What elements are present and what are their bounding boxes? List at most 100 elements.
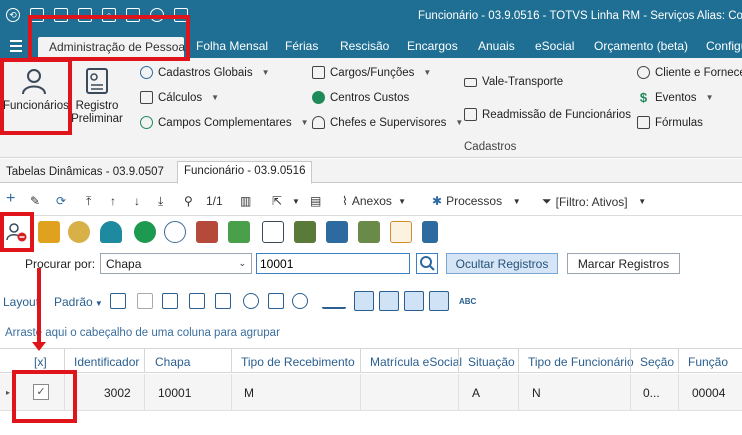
- search-icon[interactable]: ⚲: [184, 194, 193, 208]
- column-header-matricula-esocial[interactable]: Matrícula eSocial: [370, 355, 462, 369]
- tab-ferias[interactable]: Férias: [285, 39, 318, 53]
- readmissao-button[interactable]: Readmissão de Funcionários: [464, 108, 631, 121]
- view-4-icon[interactable]: [429, 291, 449, 311]
- align-top-icon[interactable]: [189, 293, 205, 309]
- refresh-icon[interactable]: ⟳: [56, 194, 66, 208]
- spellcheck-icon[interactable]: ABC: [459, 297, 476, 306]
- marcar-registros-button[interactable]: Marcar Registros: [567, 253, 680, 274]
- view-3-icon[interactable]: [404, 291, 424, 311]
- cliente-fornecedor-label: Cliente e Fornece: [655, 66, 742, 79]
- tab-anuais[interactable]: Anuais: [478, 39, 515, 53]
- search-input[interactable]: [256, 253, 410, 274]
- next-record-icon[interactable]: ↓: [134, 194, 140, 208]
- column-header-identificador[interactable]: Identificador: [74, 355, 139, 369]
- column-header-funcao[interactable]: Função: [688, 355, 728, 369]
- calculator-icon: [140, 91, 153, 104]
- layout-menu[interactable]: Layout: [3, 295, 39, 309]
- chart-icon[interactable]: [322, 293, 346, 309]
- color-icon[interactable]: [292, 293, 308, 309]
- tab-funcionario[interactable]: Funcionário - 03.9.0516: [177, 161, 313, 184]
- filter-icon: ⏷: [542, 194, 552, 208]
- registro-preliminar-button[interactable]: Registro Preliminar: [66, 66, 128, 126]
- expand-icon[interactable]: [110, 293, 126, 309]
- tab-esocial[interactable]: eSocial: [535, 39, 574, 53]
- vale-transporte-button[interactable]: Vale-Transporte: [464, 76, 563, 88]
- add-icon[interactable]: +: [6, 190, 15, 208]
- annotation-arrowhead: [32, 342, 46, 351]
- ocultar-registros-button[interactable]: Ocultar Registros: [446, 253, 558, 274]
- check-icon[interactable]: [134, 221, 156, 243]
- view-1-icon[interactable]: [354, 291, 374, 311]
- eventos-menu[interactable]: $ Eventos ▼: [637, 91, 714, 104]
- cell-chapa: 10001: [158, 386, 192, 400]
- column-header-tipo-funcionario[interactable]: Tipo de Funcionário: [528, 355, 634, 369]
- tab-rescisao[interactable]: Rescisão: [340, 39, 389, 53]
- column-header-select[interactable]: [x]: [34, 355, 47, 369]
- chefes-supervisores-menu[interactable]: Chefes e Supervisores ▼: [312, 116, 463, 129]
- processos-menu[interactable]: ✱ Processos ▼: [432, 194, 521, 208]
- tab-folha-mensal[interactable]: Folha Mensal: [196, 39, 268, 53]
- menu-icon[interactable]: [10, 40, 22, 52]
- umbrella-icon[interactable]: [100, 221, 122, 243]
- briefcase-icon: [312, 66, 325, 79]
- layout-bar: Layout Padrão ▼ ABC: [0, 290, 742, 314]
- first-record-icon[interactable]: ⤒: [86, 194, 91, 209]
- team-icon[interactable]: [294, 221, 316, 243]
- edit-icon[interactable]: ✎: [30, 194, 40, 208]
- padrao-menu[interactable]: Padrão ▼: [54, 295, 103, 309]
- coins-icon[interactable]: [68, 221, 90, 243]
- column-header-situacao[interactable]: Situação: [468, 355, 515, 369]
- formulas-button[interactable]: Fórmulas: [637, 116, 703, 129]
- people-alert-icon[interactable]: [196, 221, 218, 243]
- search-field-select[interactable]: Chapa ⌄: [100, 253, 252, 274]
- envelope-icon[interactable]: [228, 221, 250, 243]
- tab-tabelas-dinamicas[interactable]: Tabelas Dinâmicas - 03.9.0507: [0, 163, 170, 183]
- tab-configuracoes[interactable]: Configu: [706, 39, 742, 53]
- calendar-icon[interactable]: [390, 221, 412, 243]
- column-header-chapa[interactable]: Chapa: [155, 355, 190, 369]
- filter-row-icon[interactable]: [268, 293, 284, 309]
- anexos-menu[interactable]: ⌇ Anexos ▼: [342, 194, 406, 208]
- cadastros-globais-menu[interactable]: Cadastros Globais ▼: [140, 66, 270, 79]
- column-header-secao[interactable]: Seção: [640, 355, 674, 369]
- last-record-icon[interactable]: ⤓: [158, 194, 163, 209]
- table-row[interactable]: ▸ ✓ 3002 10001 M A N 0... 00004: [0, 374, 742, 411]
- chevron-down-icon: ▼: [705, 93, 714, 102]
- money-bag-icon[interactable]: [38, 221, 60, 243]
- chevron-down-icon[interactable]: ▼: [292, 197, 300, 206]
- procurar-label: Procurar por:: [25, 257, 96, 271]
- search-button[interactable]: [416, 253, 438, 274]
- collapse-icon[interactable]: [137, 293, 153, 309]
- column-divider: [360, 374, 361, 411]
- export-icon[interactable]: ⇱: [272, 194, 282, 208]
- campos-complementares-menu[interactable]: Campos Complementares ▼: [140, 116, 309, 129]
- clock-icon[interactable]: [164, 221, 186, 243]
- cell-tipo-funcionario: N: [532, 386, 541, 400]
- align-bottom-icon[interactable]: [215, 293, 231, 309]
- card-icon[interactable]: [262, 221, 284, 243]
- chevron-down-icon: ▼: [631, 197, 647, 206]
- centros-custos-button[interactable]: Centros Custos: [312, 91, 409, 104]
- add-team-icon[interactable]: [358, 221, 380, 243]
- cargos-funcoes-menu[interactable]: Cargos/Funções ▼: [312, 66, 431, 79]
- calculos-menu[interactable]: Cálculos ▼: [140, 91, 219, 104]
- tab-encargos[interactable]: Encargos: [407, 39, 458, 53]
- column-header-tipo-recebimento[interactable]: Tipo de Recebimento: [241, 355, 355, 369]
- paint-icon[interactable]: [243, 293, 259, 309]
- document-icon[interactable]: ▤: [310, 194, 321, 208]
- paperclip-icon: ⌇: [342, 194, 348, 208]
- view-2-icon[interactable]: [379, 291, 399, 311]
- transfer-icon[interactable]: [326, 221, 348, 243]
- tab-orcamento[interactable]: Orçamento (beta): [594, 39, 688, 53]
- app-logo-icon[interactable]: ⟲: [6, 8, 20, 22]
- column-divider: [360, 349, 361, 373]
- columns-icon[interactable]: ▥: [240, 194, 251, 208]
- chevron-down-icon: ▼: [395, 196, 407, 206]
- group-hint: Arraste aqui o cabeçalho de uma coluna p…: [5, 327, 280, 339]
- group-icon[interactable]: [162, 293, 178, 309]
- annotation-arrow: [37, 268, 41, 344]
- previous-record-icon[interactable]: ↑: [110, 194, 116, 208]
- cliente-fornecedor-button[interactable]: Cliente e Fornece: [637, 66, 742, 79]
- filtro-menu[interactable]: ⏷ [Filtro: Ativos] ▼: [542, 194, 646, 209]
- book-icon[interactable]: [422, 221, 438, 243]
